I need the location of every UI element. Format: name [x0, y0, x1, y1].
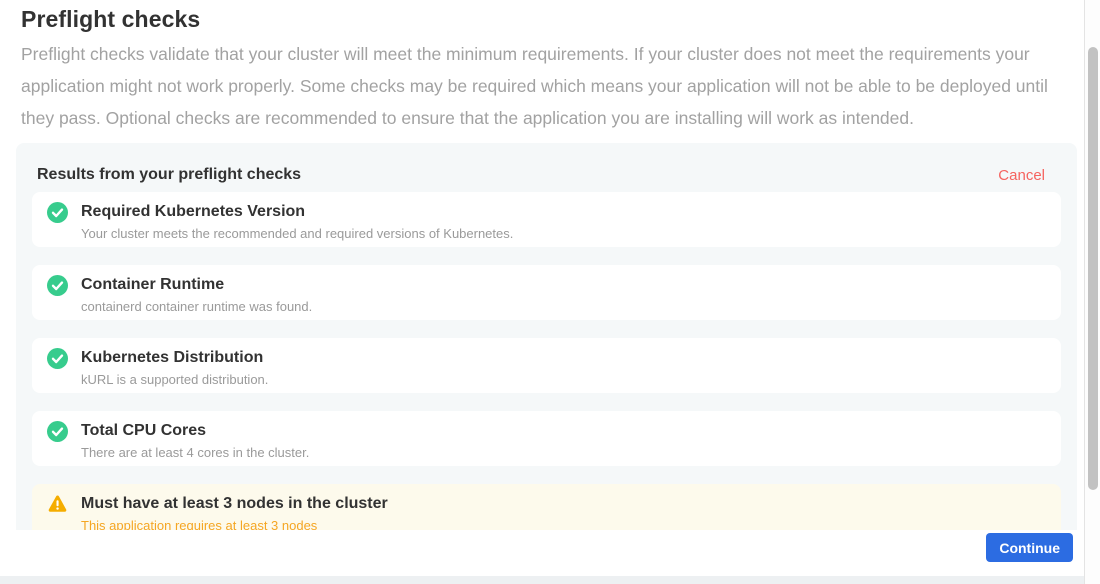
check-message: Your cluster meets the recommended and r… — [81, 226, 513, 241]
check-title: Total CPU Cores — [81, 420, 309, 441]
preflight-results-panel: Results from your preflight checks Cance… — [16, 143, 1077, 584]
page-title: Preflight checks — [21, 6, 200, 33]
panel-heading: Results from your preflight checks — [37, 166, 301, 184]
check-circle-icon — [47, 421, 68, 442]
preflight-check-row: Required Kubernetes Version Your cluster… — [32, 192, 1061, 247]
continue-button[interactable]: Continue — [986, 533, 1073, 562]
check-text: Total CPU Cores There are at least 4 cor… — [81, 420, 309, 460]
check-circle-icon — [47, 275, 68, 296]
check-circle-icon — [47, 202, 68, 223]
cancel-button[interactable]: Cancel — [998, 167, 1045, 184]
check-message: kURL is a supported distribution. — [81, 372, 268, 387]
check-title: Container Runtime — [81, 274, 312, 295]
check-title: Must have at least 3 nodes in the cluste… — [81, 493, 388, 514]
preflight-check-row: Kubernetes Distribution kURL is a suppor… — [32, 338, 1061, 393]
check-text: Container Runtime containerd container r… — [81, 274, 312, 314]
page-description: Preflight checks validate that your clus… — [21, 38, 1061, 134]
preflight-check-row: Total CPU Cores There are at least 4 cor… — [32, 411, 1061, 466]
scrollbar-thumb[interactable] — [1088, 47, 1098, 490]
panel-header: Results from your preflight checks Cance… — [16, 143, 1077, 192]
footer-bar: Continue — [0, 530, 1085, 576]
check-text: Must have at least 3 nodes in the cluste… — [81, 493, 388, 533]
check-title: Required Kubernetes Version — [81, 201, 513, 222]
check-text: Kubernetes Distribution kURL is a suppor… — [81, 347, 268, 387]
preflight-check-list: Required Kubernetes Version Your cluster… — [16, 192, 1077, 539]
check-text: Required Kubernetes Version Your cluster… — [81, 201, 513, 241]
preflight-check-row: Container Runtime containerd container r… — [32, 265, 1061, 320]
check-message: containerd container runtime was found. — [81, 299, 312, 314]
warning-triangle-icon — [47, 494, 68, 515]
bottom-strip — [0, 576, 1085, 584]
preflight-checks-page: Preflight checks Preflight checks valida… — [0, 0, 1100, 584]
check-circle-icon — [47, 348, 68, 369]
scrollbar-track[interactable] — [1084, 0, 1100, 584]
check-title: Kubernetes Distribution — [81, 347, 268, 368]
check-message: There are at least 4 cores in the cluste… — [81, 445, 309, 460]
